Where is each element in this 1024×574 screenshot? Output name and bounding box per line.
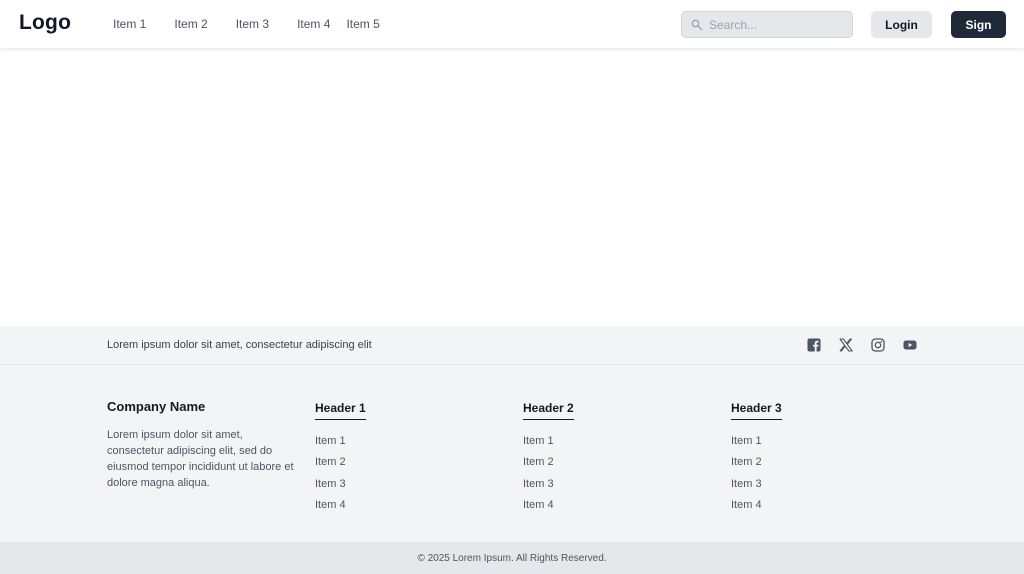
youtube-icon[interactable] — [903, 338, 917, 352]
search-box[interactable] — [681, 11, 853, 38]
footer-top-bar: Lorem ipsum dolor sit amet, consectetur … — [0, 326, 1024, 365]
footer-link[interactable]: Item 2 — [523, 454, 574, 475]
footer-main: Company Name Lorem ipsum dolor sit amet,… — [0, 365, 1024, 542]
main-nav: Item 1 Item 2 Item 3 Item 4 Item 5 — [113, 17, 408, 31]
footer-bottom-bar: © 2025 Lorem Ipsum. All Rights Reserved. — [0, 542, 1024, 574]
footer-link-list: Item 1 Item 2 Item 3 Item 4 — [523, 433, 574, 519]
copyright-text: © 2025 Lorem Ipsum. All Rights Reserved. — [417, 553, 607, 564]
footer-link[interactable]: Item 1 — [315, 433, 366, 454]
footer-link[interactable]: Item 3 — [523, 476, 574, 497]
footer-column-1: Header 1 Item 1 Item 2 Item 3 Item 4 — [315, 399, 366, 519]
facebook-icon[interactable] — [807, 338, 821, 352]
footer-link[interactable]: Item 4 — [315, 497, 366, 518]
company-name: Company Name — [107, 399, 206, 414]
footer-link-list: Item 1 Item 2 Item 3 Item 4 — [731, 433, 782, 519]
sign-button[interactable]: Sign — [951, 11, 1006, 38]
nav-item-5[interactable]: Item 5 — [346, 17, 379, 31]
footer-link[interactable]: Item 2 — [315, 454, 366, 475]
nav-item-2[interactable]: Item 2 — [174, 17, 207, 31]
login-button[interactable]: Login — [871, 11, 932, 38]
company-description: Lorem ipsum dolor sit amet, consectetur … — [107, 429, 294, 489]
footer-link[interactable]: Item 4 — [523, 497, 574, 518]
footer-link[interactable]: Item 3 — [731, 476, 782, 497]
footer-link[interactable]: Item 2 — [731, 454, 782, 475]
nav-item-4[interactable]: Item 4 — [297, 17, 330, 31]
footer-column-2: Header 2 Item 1 Item 2 Item 3 Item 4 — [523, 399, 574, 519]
x-icon[interactable] — [839, 338, 853, 352]
footer-column-header: Header 3 — [731, 401, 782, 420]
top-navbar: Logo Item 1 Item 2 Item 3 Item 4 Item 5 … — [0, 0, 1024, 48]
footer-column-header: Header 2 — [523, 401, 574, 420]
search-icon — [691, 19, 703, 30]
footer-link[interactable]: Item 1 — [523, 433, 574, 454]
logo[interactable]: Logo — [19, 11, 71, 35]
footer-column-3: Header 3 Item 1 Item 2 Item 3 Item 4 — [731, 399, 782, 519]
footer-link[interactable]: Item 1 — [731, 433, 782, 454]
footer-column-header: Header 1 — [315, 401, 366, 420]
instagram-icon[interactable] — [871, 338, 885, 352]
nav-item-3[interactable]: Item 3 — [236, 17, 269, 31]
footer-link-list: Item 1 Item 2 Item 3 Item 4 — [315, 433, 366, 519]
search-input[interactable] — [709, 17, 849, 32]
nav-item-1[interactable]: Item 1 — [113, 17, 146, 31]
footer-link[interactable]: Item 3 — [315, 476, 366, 497]
footer-tagline: Lorem ipsum dolor sit amet, consectetur … — [107, 339, 372, 351]
footer-link[interactable]: Item 4 — [731, 497, 782, 518]
